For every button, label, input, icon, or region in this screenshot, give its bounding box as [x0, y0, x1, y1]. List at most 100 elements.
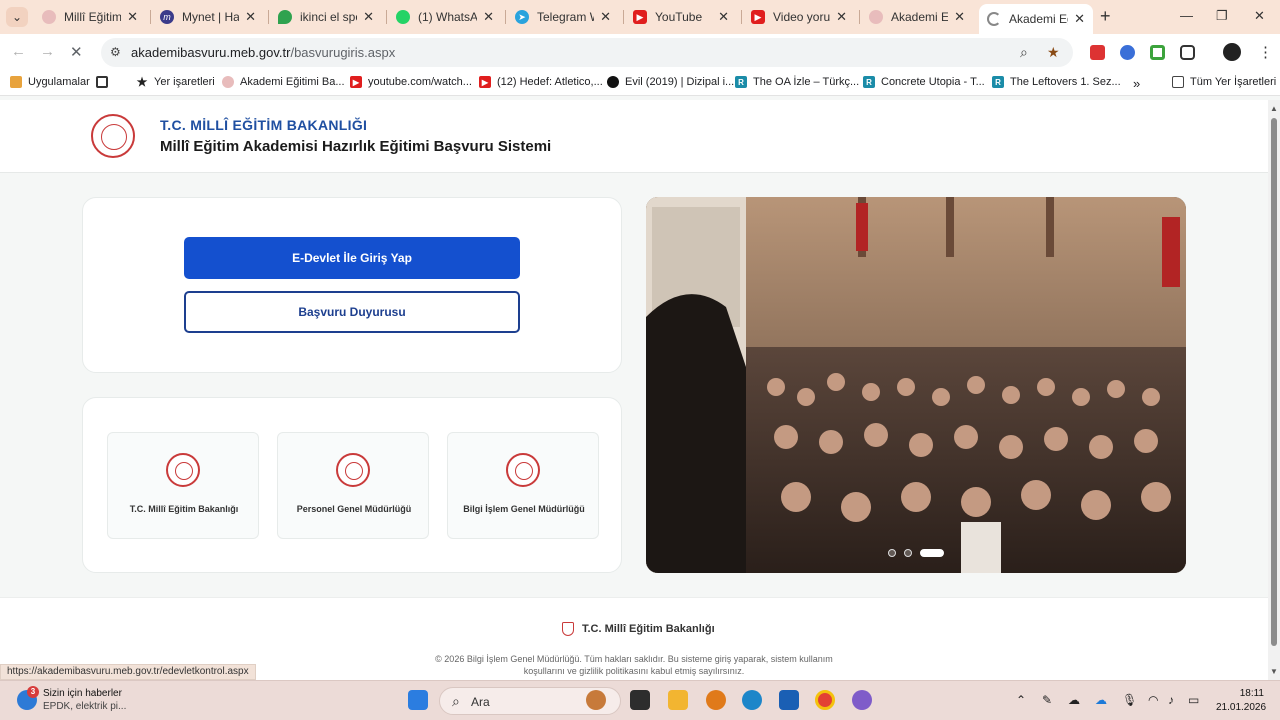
volume-icon[interactable]: ♪: [1168, 693, 1174, 707]
battery-icon[interactable]: ▭: [1188, 693, 1199, 707]
bookmark-star-icon[interactable]: ★: [1047, 44, 1060, 61]
extensions-puzzle-icon[interactable]: [1180, 45, 1195, 60]
wifi-icon[interactable]: ◠: [1148, 693, 1158, 707]
microphone-icon[interactable]: 🎙: [1122, 693, 1137, 707]
scroll-up-icon[interactable]: ▲: [1270, 104, 1278, 113]
meb-logo[interactable]: [91, 114, 135, 158]
minimize-icon[interactable]: —: [1180, 8, 1193, 23]
tab-mynet[interactable]: m Mynet | Habe ✕: [152, 4, 264, 30]
bookmark-hedef-atletico[interactable]: ▶ (12) Hedef: Atletico,...: [479, 76, 603, 88]
tab-telegram[interactable]: ➤ Telegram We ✕: [507, 4, 619, 30]
units-card: T.C. Millî Eğitim Bakanlığı Personel Gen…: [82, 397, 622, 573]
unit-personel[interactable]: Personel Genel Müdürlüğü: [277, 432, 429, 539]
all-bookmarks[interactable]: Tüm Yer İşaretleri: [1172, 76, 1276, 88]
task-view-icon[interactable]: [630, 690, 650, 710]
search-app-icon[interactable]: [706, 690, 726, 710]
extension-green-icon[interactable]: [1150, 45, 1165, 60]
bookmark-the-leftovers[interactable]: R The Leftovers 1. Sez...: [992, 76, 1121, 88]
close-icon[interactable]: ✕: [1074, 11, 1085, 27]
tab-maps[interactable]: ikinci el spot ✕: [270, 4, 382, 30]
tray-chevron-icon[interactable]: ⌃: [1016, 693, 1026, 707]
tray-pen-icon[interactable]: ✎: [1042, 693, 1052, 707]
dizipal-icon: [607, 76, 619, 88]
zoom-search-icon[interactable]: ⌕: [1020, 44, 1028, 61]
file-explorer-icon[interactable]: [668, 690, 688, 710]
canva-icon[interactable]: [852, 690, 872, 710]
unit-bilgi-islem[interactable]: Bilgi İşlem Genel Müdürlüğü: [447, 432, 599, 539]
close-icon[interactable]: ✕: [954, 9, 965, 25]
tab-strip: ⌄ Millî Eğitim A ✕ m Mynet | Habe ✕ ikin…: [0, 0, 1280, 34]
close-window-icon[interactable]: ✕: [1254, 8, 1265, 24]
news-subtitle[interactable]: EPDK, elektrik pi...: [43, 701, 126, 712]
tab-separator: [741, 10, 742, 24]
carousel-dot-1[interactable]: [888, 549, 896, 557]
more-menu-icon[interactable]: ⋮: [1258, 43, 1273, 61]
new-tab-plus-icon[interactable]: +: [1100, 6, 1111, 27]
close-icon[interactable]: ✕: [600, 9, 611, 25]
site-header: T.C. MİLLÎ EĞİTİM BAKANLIĞI Millî Eğitim…: [0, 100, 1268, 173]
tab-active[interactable]: Akademi Eği ✕: [979, 4, 1093, 34]
extension-red-icon[interactable]: [1090, 45, 1105, 60]
address-bar[interactable]: ⚙ akademibasvuru.meb.gov.tr/basvurugiris…: [101, 38, 1073, 67]
tab-meb-2[interactable]: Akademi Eği ✕: [861, 4, 973, 30]
restore-icon[interactable]: ❐: [1216, 8, 1228, 24]
youtube-icon: ▶: [633, 10, 647, 24]
bookmark-apps[interactable]: Uygulamalar: [10, 76, 90, 88]
tab-title: Video yorum: [773, 10, 831, 24]
profile-avatar[interactable]: [1223, 43, 1241, 61]
photo-carousel[interactable]: [646, 197, 1186, 573]
bookmark-folder-yer-isaretleri[interactable]: ★ Yer işaretleri: [136, 75, 215, 89]
bookmark-evil[interactable]: Evil (2019) | Dizipal i...: [607, 76, 734, 88]
bookmark-label: Uygulamalar: [28, 76, 90, 88]
close-icon[interactable]: ✕: [363, 9, 374, 25]
news-title[interactable]: Sizin için haberler: [43, 688, 122, 699]
tab-youtube[interactable]: ▶ YouTube ✕: [625, 4, 737, 30]
meb-seal-icon: [222, 76, 234, 88]
search-highlight-icon[interactable]: [586, 690, 606, 710]
close-icon[interactable]: ✕: [483, 9, 494, 25]
site-settings-icon[interactable]: ⚙: [110, 45, 121, 59]
close-icon[interactable]: ✕: [836, 9, 847, 25]
close-icon[interactable]: ✕: [718, 9, 729, 25]
stop-loading-icon[interactable]: ✕: [70, 43, 83, 61]
tray-cloud-icon[interactable]: ☁: [1068, 693, 1080, 707]
tab-title: Akademi Eği: [891, 10, 949, 24]
bookmark-concrete-utopia[interactable]: R Concrete Utopia - T...: [863, 76, 985, 88]
tab-search-button[interactable]: ⌄: [6, 7, 28, 27]
edge-icon[interactable]: [742, 690, 762, 710]
bookmark-grid[interactable]: [96, 76, 114, 88]
tab-title: Telegram We: [537, 10, 594, 24]
outlook-icon[interactable]: [779, 690, 799, 710]
chrome-icon[interactable]: [815, 690, 835, 710]
unit-meb[interactable]: T.C. Millî Eğitim Bakanlığı: [107, 432, 259, 539]
page-scrollbar[interactable]: ▲ ▼: [1268, 100, 1280, 680]
carousel-dot-2[interactable]: [904, 549, 912, 557]
meb-seal-icon: [869, 10, 883, 24]
bookmark-the-oa[interactable]: R The OA İzle – Türkç...: [735, 76, 859, 88]
tab-title: Millî Eğitim A: [64, 10, 122, 24]
bookmark-akademi[interactable]: Akademi Eğitimi Ba...: [222, 76, 345, 88]
close-icon[interactable]: ✕: [245, 9, 256, 25]
tab-title: YouTube: [655, 10, 703, 24]
windows-start-icon[interactable]: [408, 690, 428, 710]
tab-video-yorum[interactable]: ▶ Video yorum ✕: [743, 4, 855, 30]
url-text[interactable]: akademibasvuru.meb.gov.tr/basvurugiris.a…: [131, 45, 395, 60]
tab-meb-1[interactable]: Millî Eğitim A ✕: [34, 4, 146, 30]
close-icon[interactable]: ✕: [127, 9, 138, 25]
r-icon: R: [735, 76, 747, 88]
announcement-button[interactable]: Başvuru Duyurusu: [184, 291, 520, 333]
edevlet-login-button[interactable]: E-Devlet İle Giriş Yap: [184, 237, 520, 279]
tab-whatsapp[interactable]: (1) WhatsApp ✕: [388, 4, 502, 30]
scrollbar-thumb[interactable]: [1271, 118, 1277, 646]
taskbar-clock[interactable]: 18:11 21.01.2026: [1216, 687, 1266, 715]
unit-label: T.C. Millî Eğitim Bakanlığı: [129, 504, 239, 514]
onedrive-icon[interactable]: ☁: [1095, 693, 1107, 707]
page-content: T.C. MİLLÎ EĞİTİM BAKANLIĞI Millî Eğitim…: [0, 100, 1268, 680]
back-arrow-icon[interactable]: ←: [11, 43, 26, 60]
forward-arrow-icon[interactable]: →: [40, 43, 55, 60]
carousel-dot-3-active[interactable]: [920, 549, 944, 557]
bookmarks-overflow-chevron-icon[interactable]: »: [1133, 76, 1140, 91]
extension-blue-icon[interactable]: [1120, 45, 1135, 60]
scroll-down-icon[interactable]: ▼: [1270, 667, 1278, 676]
bookmark-youtube-watch[interactable]: ▶ youtube.com/watch...: [350, 76, 472, 88]
